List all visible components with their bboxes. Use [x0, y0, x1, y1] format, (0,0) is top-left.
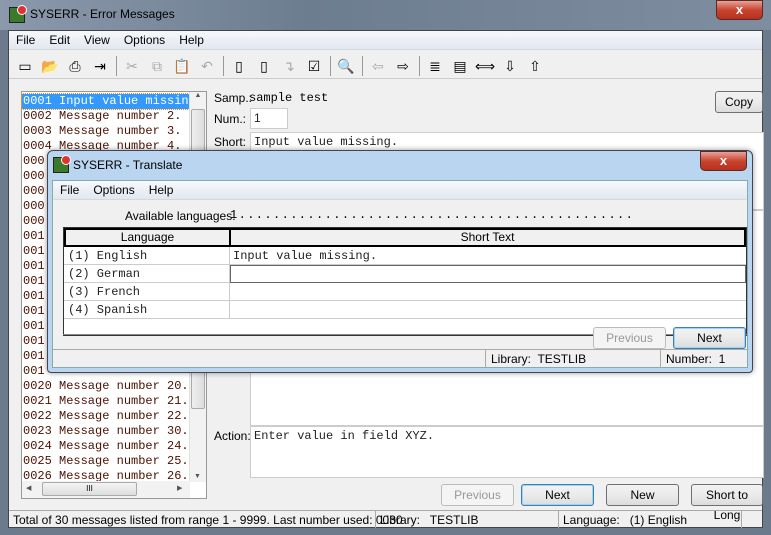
scroll-left-icon[interactable]: ◀ [26, 484, 31, 492]
list-item[interactable]: 0002 Message number 2. [22, 109, 189, 124]
dialog-previous-button[interactable]: Previous [593, 327, 666, 349]
column-language: Language [64, 228, 231, 247]
list-item[interactable]: 0003 Message number 3. [22, 124, 189, 139]
language-cell: (4) Spanish [68, 303, 148, 317]
menu-bar: File Edit View Options Help [9, 31, 762, 50]
list-item[interactable]: 0025 Message number 25. [22, 454, 189, 469]
dialog-menu-bar: File Options Help [53, 181, 747, 200]
copy-icon[interactable]: ⧉ [146, 55, 168, 77]
expand-icon[interactable]: ⟺ [474, 55, 496, 77]
menu-view[interactable]: View [77, 33, 117, 47]
page-icon[interactable]: ▯ [228, 55, 250, 77]
checklist-icon[interactable]: ☑ [303, 55, 325, 77]
toolbar: ▭ 📂 ⎙ ⇥ ✂ ⧉ 📋 ↶ ▯ ▯ ↴ ☑ 🔍 ⇦ ⇨ ≣ ▤ ⟺ ⇩ ⇧ [9, 53, 762, 79]
dialog-status-number: Number: 1 [660, 350, 730, 368]
menu-options[interactable]: Options [117, 33, 172, 47]
toolbar-separator [223, 55, 224, 76]
list-item[interactable]: 0020 Message number 20. [22, 379, 189, 394]
short-text-cell[interactable] [230, 265, 746, 283]
language-cell: (3) French [68, 285, 141, 299]
print-icon[interactable]: ⎙ [64, 55, 86, 77]
new-icon[interactable]: ▭ [14, 55, 36, 77]
toolbar-separator [330, 55, 331, 76]
short-text-cell[interactable]: Input value missing. [233, 249, 377, 263]
column-short-text: Short Text [229, 228, 746, 247]
short-label: Short: [214, 135, 247, 149]
scroll-right-icon[interactable]: ▶ [177, 484, 182, 492]
scroll-down-icon[interactable]: ▼ [194, 473, 201, 480]
translation-table: Language Short Text (1) English Input val… [63, 227, 747, 336]
language-cell: (1) English [68, 249, 148, 263]
back-icon[interactable]: ⇦ [367, 55, 389, 77]
dialog-title: SYSERR - Translate [73, 158, 183, 172]
horizontal-scrollbar[interactable]: ◀ III ▶ [22, 481, 190, 498]
menu-edit[interactable]: Edit [42, 33, 77, 47]
dialog-status-bar: Library: TESTLIB Number: 1 [53, 349, 747, 368]
toolbar-separator [116, 55, 117, 76]
dialog-status-library: Library: TESTLIB [485, 350, 591, 368]
samp-value: sample test [249, 91, 329, 105]
list-item[interactable]: 0022 Message number 22. [22, 409, 189, 424]
export-icon[interactable]: ⇩ [499, 55, 521, 77]
window-title: SYSERR - Error Messages [30, 7, 175, 21]
table-row[interactable]: (3) French [64, 283, 746, 301]
status-language: Language: (1) English [559, 511, 742, 528]
dialog-close-button[interactable]: x [700, 151, 747, 171]
table-row[interactable]: (4) Spanish [64, 301, 746, 319]
status-library: Library: TESTLIB [376, 511, 559, 528]
table-row[interactable]: (1) English Input value missing. [64, 247, 746, 265]
move-icon[interactable]: ↴ [278, 55, 300, 77]
copy-button[interactable]: Copy [715, 91, 763, 113]
cell-divider [229, 301, 230, 319]
status-bar: Total of 30 messages listed from range 1… [9, 510, 762, 528]
page-alt-icon[interactable]: ▯ [253, 55, 275, 77]
num-label: Num.: [214, 112, 247, 126]
cell-divider [229, 283, 230, 301]
action-label: Action: [214, 429, 251, 443]
translate-dialog: SYSERR - Translate x File Options Help Ava… [47, 150, 753, 373]
action-text-input[interactable]: Enter value in field XYZ. [250, 426, 764, 478]
cut-icon[interactable]: ✂ [121, 55, 143, 77]
new-button[interactable]: New [606, 484, 679, 506]
available-languages-value: 1.......................................… [230, 208, 635, 222]
dialog-app-icon [53, 155, 71, 173]
app-icon [9, 5, 27, 23]
hscroll-thumb[interactable]: III [42, 482, 137, 496]
short-to-long-button[interactable]: Short to Long [691, 484, 763, 522]
toolbar-separator [362, 55, 363, 76]
next-button[interactable]: Next [521, 484, 594, 506]
open-icon[interactable]: 📂 [39, 55, 61, 77]
samp-label: Samp.: [214, 91, 253, 105]
menu-help[interactable]: Help [172, 33, 211, 47]
list-item[interactable]: 0021 Message number 21. [22, 394, 189, 409]
edit-list-icon[interactable]: ≣ [424, 55, 446, 77]
dialog-menu-options[interactable]: Options [86, 183, 141, 197]
close-button[interactable]: x [716, 0, 763, 20]
forward-icon[interactable]: ⇨ [392, 55, 414, 77]
undo-icon[interactable]: ↶ [196, 55, 218, 77]
find-icon[interactable]: 🔍 [335, 55, 357, 77]
cell-divider [229, 247, 230, 265]
edit-page-icon[interactable]: ▤ [449, 55, 471, 77]
scroll-up-icon[interactable]: ▲ [190, 92, 206, 99]
main-title-bar: SYSERR - Error Messages x [0, 0, 771, 30]
language-cell: (2) German [68, 267, 141, 281]
paste-icon[interactable]: 📋 [171, 55, 193, 77]
status-total: Total of 30 messages listed from range 1… [9, 511, 403, 528]
list-item[interactable]: 0023 Message number 30. [22, 424, 189, 439]
dialog-next-button[interactable]: Next [673, 327, 746, 349]
previous-button[interactable]: Previous [441, 484, 514, 506]
dialog-menu-file[interactable]: File [53, 183, 86, 197]
available-languages-label: Available languages: [125, 209, 236, 223]
dialog-menu-help[interactable]: Help [142, 183, 181, 197]
import-icon[interactable]: ⇧ [524, 55, 546, 77]
exit-icon[interactable]: ⇥ [89, 55, 111, 77]
list-item[interactable]: 0001 Input value missing. [21, 93, 190, 110]
num-input[interactable]: 1 [250, 108, 288, 129]
table-row[interactable]: (2) German [64, 265, 746, 283]
list-item[interactable]: 0024 Message number 24. [22, 439, 189, 454]
menu-file[interactable]: File [9, 33, 42, 47]
toolbar-separator [419, 55, 420, 76]
